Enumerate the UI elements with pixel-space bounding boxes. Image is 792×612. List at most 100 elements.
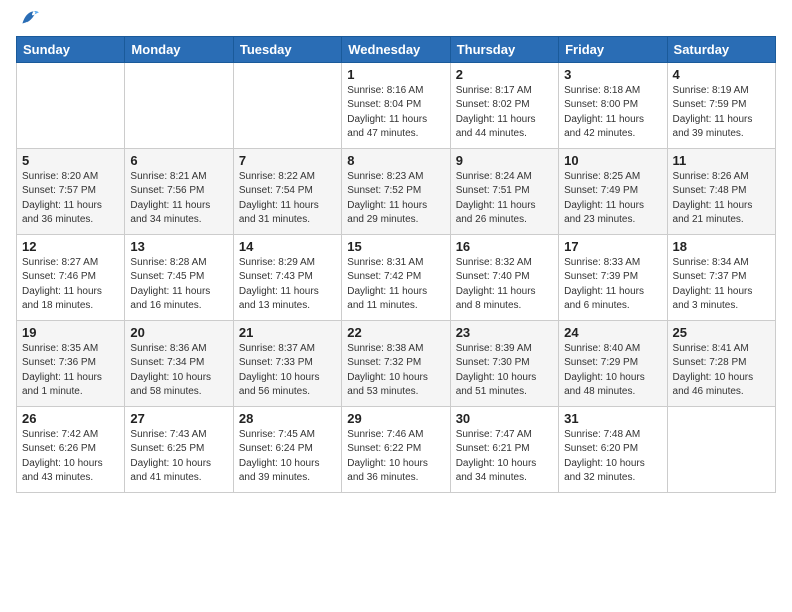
calendar-cell: 23 Sunrise: 8:39 AM Sunset: 7:30 PM Dayli…: [450, 320, 558, 406]
day-info: Sunrise: 7:43 AM Sunset: 6:25 PM Dayligh…: [130, 428, 227, 486]
calendar-cell: 6 Sunrise: 8:21 AM Sunset: 7:56 PM Daylig…: [125, 148, 233, 234]
logo: [16, 10, 40, 30]
day-info: Sunrise: 8:26 AM Sunset: 7:48 PM Dayligh…: [673, 170, 770, 228]
calendar-cell: 22Sunrise: 8:38 AM Sunset: 7:32 PM Dayli…: [342, 320, 450, 406]
day-number: 31: [564, 411, 661, 426]
calendar-cell: 30 Sunrise: 7:47 AM Sunset: 6:21 PM Dayli…: [450, 406, 558, 492]
day-info: Sunrise: 8:27 AM Sunset: 7:46 PM Dayligh…: [22, 256, 119, 314]
day-info: Sunrise: 8:33 AM Sunset: 7:39 PM Dayligh…: [564, 256, 661, 314]
calendar-cell: 20 Sunrise: 8:36 AM Sunset: 7:34 PM Dayli…: [125, 320, 233, 406]
calendar-cell: 26 Sunrise: 7:42 AM Sunset: 6:26 PM Dayli…: [17, 406, 125, 492]
day-number: 12: [22, 239, 119, 254]
calendar-cell: 8 Sunrise: 8:23 AM Sunset: 7:52 PM Daylig…: [342, 148, 450, 234]
day-info: Sunrise: 8:22 AM Sunset: 7:54 PM Dayligh…: [239, 170, 336, 228]
day-number: 26: [22, 411, 119, 426]
day-info: Sunrise: 8:35 AM Sunset: 7:36 PM Dayligh…: [22, 342, 119, 400]
day-number: 22: [347, 325, 444, 340]
day-number: 14: [239, 239, 336, 254]
day-info: Sunrise: 8:40 AM Sunset: 7:29 PM Dayligh…: [564, 342, 661, 400]
calendar-cell: 29 Sunrise: 7:46 AM Sunset: 6:22 PM Dayli…: [342, 406, 450, 492]
calendar-cell: 15Sunrise: 8:31 AM Sunset: 7:42 PM Dayli…: [342, 234, 450, 320]
day-number: 9: [456, 153, 553, 168]
calendar-week-row: 26 Sunrise: 7:42 AM Sunset: 6:26 PM Dayli…: [17, 406, 776, 492]
day-number: 3: [564, 67, 661, 82]
calendar-cell: 5Sunrise: 8:20 AM Sunset: 7:57 PM Daylig…: [17, 148, 125, 234]
day-number: 10: [564, 153, 661, 168]
day-number: 6: [130, 153, 227, 168]
day-info: Sunrise: 8:31 AM Sunset: 7:42 PM Dayligh…: [347, 256, 444, 314]
calendar-cell: 19 Sunrise: 8:35 AM Sunset: 7:36 PM Dayli…: [17, 320, 125, 406]
calendar-cell: [17, 62, 125, 148]
logo-bird-icon: [18, 7, 40, 29]
day-info: Sunrise: 7:47 AM Sunset: 6:21 PM Dayligh…: [456, 428, 553, 486]
day-number: 20: [130, 325, 227, 340]
day-info: Sunrise: 8:25 AM Sunset: 7:49 PM Dayligh…: [564, 170, 661, 228]
day-number: 19: [22, 325, 119, 340]
day-number: 13: [130, 239, 227, 254]
calendar-header-row: SundayMondayTuesdayWednesdayThursdayFrid…: [17, 36, 776, 62]
day-info: Sunrise: 8:29 AM Sunset: 7:43 PM Dayligh…: [239, 256, 336, 314]
calendar-cell: 27 Sunrise: 7:43 AM Sunset: 6:25 PM Dayli…: [125, 406, 233, 492]
calendar-cell: 10 Sunrise: 8:25 AM Sunset: 7:49 PM Dayli…: [559, 148, 667, 234]
day-info: Sunrise: 8:39 AM Sunset: 7:30 PM Dayligh…: [456, 342, 553, 400]
calendar-cell: 1Sunrise: 8:16 AM Sunset: 8:04 PM Daylig…: [342, 62, 450, 148]
day-number: 4: [673, 67, 770, 82]
calendar-header-thursday: Thursday: [450, 36, 558, 62]
calendar-cell: 17 Sunrise: 8:33 AM Sunset: 7:39 PM Dayli…: [559, 234, 667, 320]
calendar-cell: 25 Sunrise: 8:41 AM Sunset: 7:28 PM Dayli…: [667, 320, 775, 406]
day-info: Sunrise: 8:20 AM Sunset: 7:57 PM Dayligh…: [22, 170, 119, 228]
calendar-table: SundayMondayTuesdayWednesdayThursdayFrid…: [16, 36, 776, 493]
day-info: Sunrise: 8:19 AM Sunset: 7:59 PM Dayligh…: [673, 84, 770, 142]
day-info: Sunrise: 8:28 AM Sunset: 7:45 PM Dayligh…: [130, 256, 227, 314]
calendar-cell: 11 Sunrise: 8:26 AM Sunset: 7:48 PM Dayli…: [667, 148, 775, 234]
day-number: 25: [673, 325, 770, 340]
calendar-cell: 9 Sunrise: 8:24 AM Sunset: 7:51 PM Daylig…: [450, 148, 558, 234]
day-number: 21: [239, 325, 336, 340]
day-info: Sunrise: 8:18 AM Sunset: 8:00 PM Dayligh…: [564, 84, 661, 142]
day-number: 29: [347, 411, 444, 426]
day-info: Sunrise: 7:46 AM Sunset: 6:22 PM Dayligh…: [347, 428, 444, 486]
day-info: Sunrise: 8:41 AM Sunset: 7:28 PM Dayligh…: [673, 342, 770, 400]
day-info: Sunrise: 8:17 AM Sunset: 8:02 PM Dayligh…: [456, 84, 553, 142]
calendar-cell: 28 Sunrise: 7:45 AM Sunset: 6:24 PM Dayli…: [233, 406, 341, 492]
calendar-header-tuesday: Tuesday: [233, 36, 341, 62]
calendar-cell: [233, 62, 341, 148]
day-number: 23: [456, 325, 553, 340]
day-number: 24: [564, 325, 661, 340]
day-info: Sunrise: 8:24 AM Sunset: 7:51 PM Dayligh…: [456, 170, 553, 228]
day-info: Sunrise: 8:16 AM Sunset: 8:04 PM Dayligh…: [347, 84, 444, 142]
day-info: Sunrise: 8:23 AM Sunset: 7:52 PM Dayligh…: [347, 170, 444, 228]
day-number: 16: [456, 239, 553, 254]
calendar-cell: 13 Sunrise: 8:28 AM Sunset: 7:45 PM Dayli…: [125, 234, 233, 320]
header: [16, 10, 776, 30]
day-number: 11: [673, 153, 770, 168]
calendar-cell: 7Sunrise: 8:22 AM Sunset: 7:54 PM Daylig…: [233, 148, 341, 234]
day-number: 8: [347, 153, 444, 168]
day-info: Sunrise: 8:34 AM Sunset: 7:37 PM Dayligh…: [673, 256, 770, 314]
calendar-cell: [667, 406, 775, 492]
calendar-header-saturday: Saturday: [667, 36, 775, 62]
calendar-header-friday: Friday: [559, 36, 667, 62]
calendar-cell: 18Sunrise: 8:34 AM Sunset: 7:37 PM Dayli…: [667, 234, 775, 320]
calendar-week-row: 12 Sunrise: 8:27 AM Sunset: 7:46 PM Dayli…: [17, 234, 776, 320]
calendar-week-row: 19 Sunrise: 8:35 AM Sunset: 7:36 PM Dayli…: [17, 320, 776, 406]
day-info: Sunrise: 8:36 AM Sunset: 7:34 PM Dayligh…: [130, 342, 227, 400]
day-info: Sunrise: 7:48 AM Sunset: 6:20 PM Dayligh…: [564, 428, 661, 486]
calendar-header-wednesday: Wednesday: [342, 36, 450, 62]
day-number: 27: [130, 411, 227, 426]
calendar-week-row: 1Sunrise: 8:16 AM Sunset: 8:04 PM Daylig…: [17, 62, 776, 148]
day-number: 28: [239, 411, 336, 426]
day-info: Sunrise: 7:42 AM Sunset: 6:26 PM Dayligh…: [22, 428, 119, 486]
calendar-cell: 14 Sunrise: 8:29 AM Sunset: 7:43 PM Dayli…: [233, 234, 341, 320]
calendar-header-sunday: Sunday: [17, 36, 125, 62]
page: SundayMondayTuesdayWednesdayThursdayFrid…: [0, 0, 792, 612]
day-info: Sunrise: 7:45 AM Sunset: 6:24 PM Dayligh…: [239, 428, 336, 486]
day-info: Sunrise: 8:32 AM Sunset: 7:40 PM Dayligh…: [456, 256, 553, 314]
day-number: 2: [456, 67, 553, 82]
day-info: Sunrise: 8:21 AM Sunset: 7:56 PM Dayligh…: [130, 170, 227, 228]
calendar-cell: 12 Sunrise: 8:27 AM Sunset: 7:46 PM Dayli…: [17, 234, 125, 320]
day-number: 30: [456, 411, 553, 426]
day-info: Sunrise: 8:37 AM Sunset: 7:33 PM Dayligh…: [239, 342, 336, 400]
calendar-cell: 31 Sunrise: 7:48 AM Sunset: 6:20 PM Dayli…: [559, 406, 667, 492]
day-number: 17: [564, 239, 661, 254]
